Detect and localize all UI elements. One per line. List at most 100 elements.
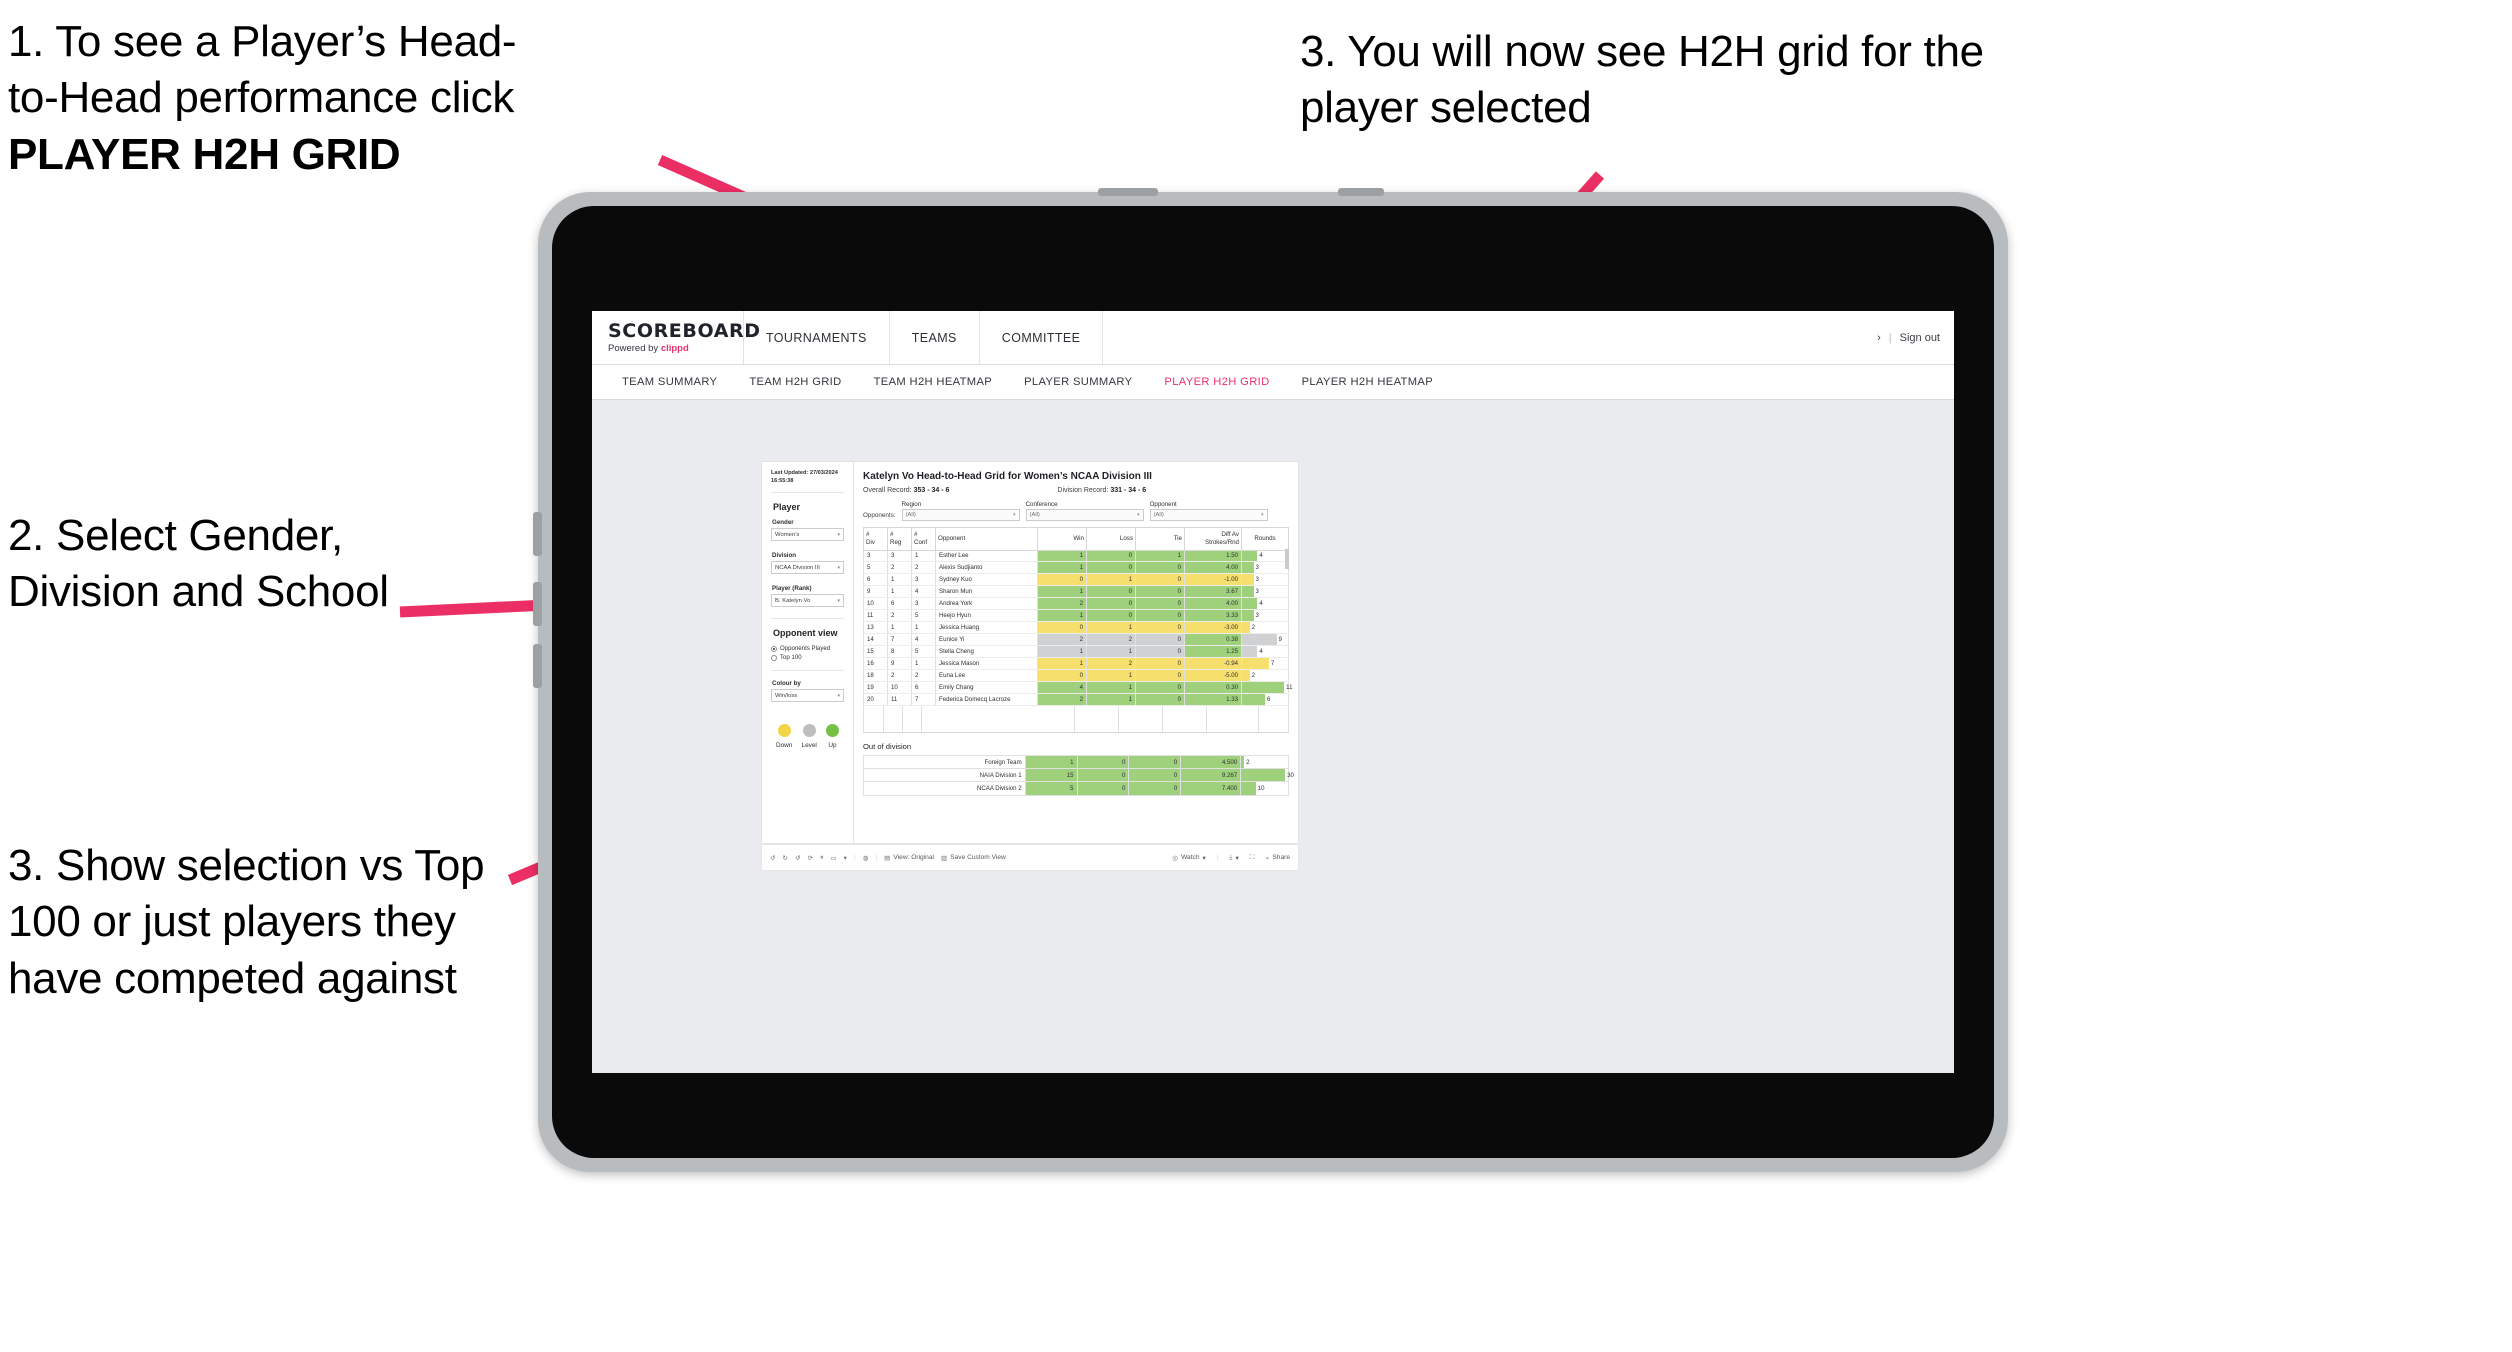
cell-tie: 0 xyxy=(1128,768,1182,783)
grid-header-conf[interactable]: # Conf xyxy=(911,527,936,551)
gender-select[interactable]: Women’s ▾ xyxy=(771,528,844,542)
cell-diff-av-strokes: -3.00 xyxy=(1184,621,1242,635)
annotation-1-bold: PLAYER H2H GRID xyxy=(8,129,401,179)
grid-header-win[interactable]: Win xyxy=(1037,527,1087,551)
tab-team-h2h-heatmap[interactable]: TEAM H2H HEATMAP xyxy=(858,376,1009,388)
save-custom-view-button[interactable]: ▥ Save Custom View xyxy=(941,854,1006,862)
out-of-division-row[interactable]: Foreign Team 1 0 0 4.500 2 xyxy=(863,755,1289,770)
share-button[interactable]: ⌁ Share xyxy=(1265,854,1290,862)
radio-top-100[interactable]: Top 100 xyxy=(771,654,844,661)
division-label: Division xyxy=(772,552,797,560)
tab-team-h2h-grid[interactable]: TEAM H2H GRID xyxy=(733,376,857,388)
view-original-button[interactable]: ▤ View: Original xyxy=(884,854,934,862)
opponent-filter-select[interactable]: (All) ▾ xyxy=(1149,509,1268,521)
rounds-bar xyxy=(1242,694,1265,706)
revert-icon[interactable]: ↺ xyxy=(795,854,801,862)
nav-teams[interactable]: TEAMS xyxy=(890,311,980,364)
table-row[interactable]: 9 1 4 Sharon Mun 1 0 0 3.67 3 xyxy=(863,585,1289,599)
region-filter: Region (All) ▾ xyxy=(901,501,1020,521)
cell-tie: 0 xyxy=(1135,609,1185,623)
table-row[interactable]: 5 2 2 Alexis Sudjianto 1 0 0 4.00 3 xyxy=(863,561,1289,575)
table-row[interactable]: 19 10 6 Emily Chang 4 1 0 0.30 11 xyxy=(863,681,1292,695)
out-of-division-row[interactable]: NCAA Division 2 5 0 0 7.400 10 xyxy=(863,781,1289,796)
conference-filter-select[interactable]: (All) ▾ xyxy=(1025,509,1144,521)
brand-logo[interactable]: SCOREBOARD Powered by clippd xyxy=(592,311,760,364)
cell-win: 15 xyxy=(1024,768,1078,783)
redo-icon[interactable]: ↻ xyxy=(783,854,789,862)
cell-win: 5 xyxy=(1024,781,1078,796)
rounds-bar xyxy=(1242,682,1285,694)
nav-committee[interactable]: COMMITTEE xyxy=(980,311,1104,364)
grid-header-reg[interactable]: # Reg xyxy=(887,527,912,551)
view-original-label: View: Original xyxy=(893,854,934,861)
chevron-down-icon: ▾ xyxy=(837,531,840,538)
grid-header-diff-av-strokes-rnd[interactable]: Diff Av Strokes/Rnd xyxy=(1184,527,1242,551)
table-row[interactable]: 6 1 3 Sydney Kuo 0 1 0 -1.00 3 xyxy=(863,573,1289,587)
table-row[interactable]: 13 1 1 Jessica Huang 0 1 0 -3.00 2 xyxy=(863,621,1289,635)
h2h-grid-header-row: # Div # Reg # Conf Opponent Win Loss Tie Diff Av St… xyxy=(863,527,1289,551)
colour-by-select[interactable]: Win/loss ▾ xyxy=(771,689,844,703)
pan-zoom-icon[interactable]: ◍ xyxy=(863,854,869,862)
cell-division-name: NAIA Division 1 xyxy=(863,768,1026,783)
fullscreen-icon[interactable]: ⛶ xyxy=(1250,854,1255,862)
cell-opponent: Sharon Mun xyxy=(935,585,1038,599)
highlight-icon[interactable]: ▭ xyxy=(830,854,836,862)
rounds-bar-wrap: 7 xyxy=(1242,658,1288,670)
header-separator: | xyxy=(1888,331,1892,344)
gender-label: Gender xyxy=(772,519,794,527)
chevron-down-icon[interactable]: ▾ xyxy=(844,854,847,862)
tab-player-h2h-grid[interactable]: PLAYER H2H GRID xyxy=(1148,376,1285,388)
table-row[interactable]: 11 2 5 Heejo Hyun 1 0 0 3.33 3 xyxy=(863,609,1289,623)
table-row[interactable]: 15 8 5 Stella Cheng 1 1 0 1.25 4 xyxy=(863,645,1289,659)
nav-tournaments[interactable]: TOURNAMENTS xyxy=(744,311,890,364)
cell-reg-rank: 10 xyxy=(887,681,912,695)
tablet-device-frame: SCOREBOARD Powered by clippd TOURNAMENTS… xyxy=(533,188,2008,1172)
table-row[interactable]: 14 7 4 Eunice Yi 2 2 0 0.38 9 xyxy=(863,633,1289,647)
grid-header-tie[interactable]: Tie xyxy=(1135,527,1185,551)
cell-reg-rank: 9 xyxy=(887,657,912,671)
undo-icon[interactable]: ↺ xyxy=(770,854,776,862)
cell-opponent: Stella Cheng xyxy=(935,645,1038,659)
grid-header-opponent[interactable]: Opponent xyxy=(935,527,1038,551)
watch-button[interactable]: ◎ Watch ▾ xyxy=(1172,854,1206,862)
grid-scrollbar[interactable] xyxy=(1285,549,1289,569)
download-button[interactable]: ⤓ ▾ xyxy=(1230,854,1239,862)
table-row[interactable]: 3 3 1 Esther Lee 1 0 1 1.50 4 xyxy=(863,550,1289,563)
view-icon: ▤ xyxy=(884,854,891,862)
account-chevron-icon[interactable]: › xyxy=(1877,332,1881,344)
grid-header-div[interactable]: # Div xyxy=(863,527,888,551)
cell-win: 4 xyxy=(1037,681,1087,695)
cell-diff-av-strokes: 4.00 xyxy=(1184,597,1242,611)
cell-conf-rank: 6 xyxy=(911,681,936,695)
tab-player-h2h-heatmap[interactable]: PLAYER H2H HEATMAP xyxy=(1286,376,1449,388)
cell-opponent: Jessica Huang xyxy=(935,621,1038,635)
overall-record-label: Overall Record: xyxy=(863,487,914,494)
h2h-grid-head: # Div # Reg # Conf Opponent Win Loss Tie Diff Av St… xyxy=(863,527,1289,551)
cell-div-rank: 20 xyxy=(863,693,888,707)
cell-opponent: Heejo Hyun xyxy=(935,609,1038,623)
chevron-down-icon: ▾ xyxy=(837,692,840,699)
cell-rounds: 7 xyxy=(1241,657,1289,671)
table-row[interactable]: 20 11 7 Federica Domecq Lacroze 2 1 0 1.33 6 xyxy=(863,693,1289,707)
out-of-division-row[interactable]: NAIA Division 1 15 0 0 9.267 30 xyxy=(863,768,1294,783)
tab-team-summary[interactable]: TEAM SUMMARY xyxy=(606,376,733,388)
table-row[interactable]: 10 6 3 Andrea York 2 0 0 4.00 4 xyxy=(863,597,1289,611)
legend-label-down: Down xyxy=(776,742,793,750)
table-row[interactable]: 16 9 1 Jessica Mason 1 2 0 -0.94 7 xyxy=(863,657,1289,671)
grid-header-loss[interactable]: Loss xyxy=(1086,527,1136,551)
sign-out-link[interactable]: Sign out xyxy=(1900,332,1940,344)
cell-division-name: Foreign Team xyxy=(863,755,1026,770)
cell-opponent: Esther Lee xyxy=(935,550,1038,563)
radio-opponents-played[interactable]: Opponents Played xyxy=(771,645,844,652)
cell-opponent: Federica Domecq Lacroze xyxy=(935,693,1038,707)
tab-player-summary[interactable]: PLAYER SUMMARY xyxy=(1008,376,1148,388)
cell-opponent: Emily Chang xyxy=(935,681,1038,695)
player-rank-select[interactable]: B. Katelyn Vo ▾ xyxy=(771,594,844,608)
table-row[interactable]: 18 2 2 Euna Lee 0 1 0 -5.00 2 xyxy=(863,669,1289,683)
cell-tie: 0 xyxy=(1135,657,1185,671)
division-select[interactable]: NCAA Division III ▾ xyxy=(771,561,844,575)
grid-header-rounds[interactable]: Rounds xyxy=(1241,527,1289,551)
region-filter-select[interactable]: (All) ▾ xyxy=(901,509,1020,521)
refresh-icon[interactable]: ⟳ xyxy=(808,854,814,862)
pause-updates-icon[interactable]: ⏸ xyxy=(820,854,823,862)
